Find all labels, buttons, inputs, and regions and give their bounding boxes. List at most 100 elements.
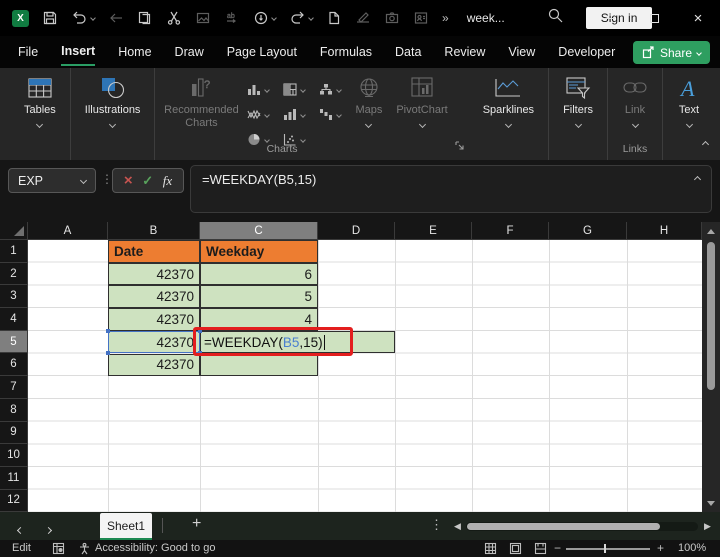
maximize-button[interactable] (632, 0, 676, 36)
treemap-chart-button[interactable] (276, 83, 312, 96)
tab-insert[interactable]: Insert (61, 38, 96, 66)
cell-c4[interactable]: 4 (200, 308, 318, 331)
column-header-h[interactable]: H (627, 222, 702, 240)
cell-c6[interactable] (200, 353, 318, 377)
cell-b3[interactable]: 42370 (108, 285, 200, 309)
column-header-d[interactable]: D (318, 222, 395, 240)
row-header-9[interactable]: 9 (0, 421, 28, 445)
waterfall-chart-button[interactable] (312, 108, 348, 121)
redo-icon[interactable] (289, 10, 314, 26)
tab-review[interactable]: Review (444, 39, 485, 65)
sheet-nav-right-icon[interactable] (44, 520, 53, 538)
hscroll-left-icon[interactable]: ◀ (454, 521, 461, 532)
filters-button[interactable]: Filters (556, 75, 600, 128)
page-layout-view-icon[interactable] (509, 542, 522, 557)
tab-view[interactable]: View (508, 39, 535, 65)
zoom-slider-thumb[interactable] (604, 544, 606, 553)
tab-data[interactable]: Data (395, 39, 421, 65)
save-icon[interactable] (42, 10, 58, 26)
new-file-icon[interactable] (326, 10, 342, 26)
row-header-6[interactable]: 6 (0, 353, 28, 377)
row-header-4[interactable]: 4 (0, 308, 28, 331)
tab-draw[interactable]: Draw (175, 39, 204, 65)
row-header-7[interactable]: 7 (0, 376, 28, 399)
tables-button[interactable]: Tables (17, 75, 63, 128)
expand-formula-bar-icon[interactable] (693, 175, 702, 184)
vertical-scrollbar[interactable] (702, 222, 720, 512)
tab-file[interactable]: File (18, 39, 38, 65)
cell-c2[interactable]: 6 (200, 262, 318, 286)
touch-mode-icon[interactable] (253, 10, 277, 26)
tab-bar-menu-icon[interactable]: ⋮ (430, 517, 443, 533)
row-header-3[interactable]: 3 (0, 285, 28, 309)
scroll-down-icon[interactable] (702, 496, 720, 510)
row-header-5[interactable]: 5 (0, 330, 28, 354)
undo-dropdown-icon[interactable] (90, 15, 96, 21)
search-icon[interactable] (547, 7, 564, 29)
cancel-button[interactable]: × (124, 173, 133, 188)
zoom-level[interactable]: 100% (678, 542, 706, 554)
hierarchy-chart-button[interactable] (312, 83, 348, 96)
hscroll-right-icon[interactable]: ▶ (704, 521, 711, 532)
sheet-nav-left-icon[interactable] (16, 520, 25, 538)
cut-icon[interactable] (166, 10, 182, 26)
select-all-corner[interactable] (0, 222, 28, 240)
cell-b4[interactable]: 42370 (108, 308, 200, 331)
tab-page-layout[interactable]: Page Layout (227, 39, 297, 65)
line-chart-button[interactable] (240, 108, 276, 121)
undo-icon[interactable] (71, 10, 96, 26)
row-header-1[interactable]: 1 (0, 240, 28, 263)
collapse-ribbon-icon[interactable] (701, 134, 710, 152)
copy-icon[interactable] (137, 10, 153, 26)
column-header-b[interactable]: B (108, 222, 200, 240)
cell-c3[interactable]: 5 (200, 285, 318, 309)
row-header-2[interactable]: 2 (0, 262, 28, 286)
insert-function-button[interactable]: fx (163, 173, 172, 189)
zoom-out-button[interactable]: − (554, 541, 561, 555)
cell-c1[interactable]: Weekday (200, 240, 318, 263)
cell-b2[interactable]: 42370 (108, 262, 200, 286)
formula-input[interactable]: =WEEKDAY(B5,15) (190, 165, 712, 213)
text-button[interactable]: A Text (670, 75, 708, 128)
sheet-grid[interactable]: Date Weekday 42370 6 42370 5 42370 4 423… (28, 240, 702, 513)
vertical-scroll-thumb[interactable] (707, 242, 715, 390)
column-header-e[interactable]: E (395, 222, 472, 240)
sheet-tab-sheet1[interactable]: Sheet1 (100, 513, 152, 540)
cell-b6[interactable]: 42370 (108, 353, 200, 377)
tab-formulas[interactable]: Formulas (320, 39, 372, 65)
name-box[interactable]: EXP (8, 168, 96, 193)
close-button[interactable]: × (676, 0, 720, 36)
zoom-in-button[interactable]: + (657, 541, 664, 555)
minimize-button[interactable] (588, 0, 632, 36)
redo-dropdown-icon[interactable] (308, 15, 314, 21)
row-header-8[interactable]: 8 (0, 398, 28, 422)
toolbar-overflow-button[interactable]: » (442, 11, 449, 25)
scroll-up-icon[interactable] (702, 224, 720, 238)
column-header-g[interactable]: G (549, 222, 627, 240)
tab-developer[interactable]: Developer (558, 39, 615, 65)
bar-chart-button[interactable] (276, 108, 312, 121)
cell-b5[interactable]: 42370 (108, 330, 200, 354)
cell-c5-editor[interactable]: =WEEKDAY(B5,15) (200, 330, 395, 354)
row-header-11[interactable]: 11 (0, 466, 28, 490)
page-break-view-icon[interactable] (534, 542, 547, 557)
enter-button[interactable]: ✓ (142, 174, 153, 187)
column-header-f[interactable]: F (472, 222, 549, 240)
column-header-c[interactable]: C (200, 222, 318, 240)
tab-home[interactable]: Home (118, 39, 151, 65)
column-header-a[interactable]: A (28, 222, 108, 240)
illustrations-button[interactable]: Illustrations (78, 75, 148, 128)
charts-dialog-launcher-icon[interactable] (454, 138, 465, 156)
cell-b1[interactable]: Date (108, 240, 200, 263)
normal-view-icon[interactable] (484, 542, 497, 557)
share-button[interactable]: Share (632, 41, 710, 64)
column-chart-button[interactable] (240, 83, 276, 96)
horizontal-scroll-thumb[interactable] (467, 523, 660, 530)
row-header-12[interactable]: 12 (0, 489, 28, 513)
row-header-10[interactable]: 10 (0, 444, 28, 467)
macro-record-icon[interactable] (52, 542, 65, 557)
accessibility-status[interactable]: Accessibility: Good to go (95, 542, 215, 554)
horizontal-scrollbar[interactable] (466, 522, 698, 531)
add-sheet-button[interactable]: + (192, 515, 201, 533)
zoom-slider[interactable] (566, 548, 650, 550)
